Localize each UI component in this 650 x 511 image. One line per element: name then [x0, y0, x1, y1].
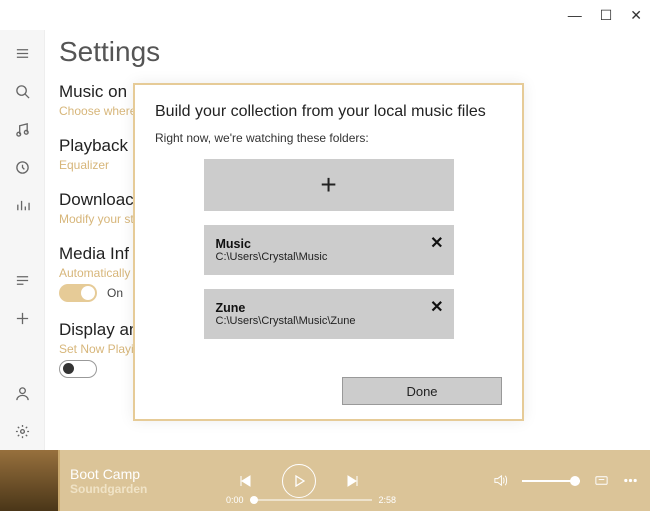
- settings-icon[interactable]: [0, 412, 44, 450]
- more-icon[interactable]: [623, 473, 638, 488]
- sidebar: [0, 30, 45, 450]
- remove-folder-icon[interactable]: ✕: [430, 297, 443, 317]
- folder-item[interactable]: Zune C:\Users\Crystal\Music\Zune ✕: [204, 289, 454, 339]
- track-info: Boot Camp Soundgarden: [70, 466, 210, 496]
- folder-name: Music: [216, 237, 442, 251]
- page-title: Settings: [59, 36, 636, 68]
- add-folder-button[interactable]: +: [204, 159, 454, 211]
- elapsed-time: 0:00: [226, 495, 244, 505]
- account-icon[interactable]: [0, 374, 44, 412]
- progress-bar[interactable]: [250, 499, 373, 501]
- repeat-icon[interactable]: [594, 473, 609, 488]
- next-button[interactable]: [338, 466, 368, 496]
- progress-row: 0:00 2:58: [226, 495, 396, 505]
- dialog-title: Build your collection from your local mu…: [155, 103, 502, 121]
- window-titlebar: — ☐ ✕: [0, 0, 650, 30]
- done-button[interactable]: Done: [342, 377, 502, 405]
- duration-time: 2:58: [378, 495, 396, 505]
- toggle-off[interactable]: [59, 360, 97, 378]
- track-title: Boot Camp: [70, 466, 210, 482]
- album-art[interactable]: [0, 450, 60, 511]
- toggle-label: On: [107, 286, 123, 300]
- player-bar: Boot Camp Soundgarden 0:00 2:58: [0, 450, 650, 511]
- music-icon[interactable]: [0, 110, 44, 148]
- menu-icon[interactable]: [0, 34, 44, 72]
- recent-icon[interactable]: [0, 148, 44, 186]
- volume-slider[interactable]: [522, 480, 580, 482]
- track-artist: Soundgarden: [70, 482, 210, 496]
- folder-item[interactable]: Music C:\Users\Crystal\Music ✕: [204, 225, 454, 275]
- remove-folder-icon[interactable]: ✕: [430, 233, 443, 253]
- now-playing-icon[interactable]: [0, 186, 44, 224]
- close-button[interactable]: ✕: [630, 7, 642, 24]
- previous-button[interactable]: [230, 466, 260, 496]
- volume-icon[interactable]: [493, 473, 508, 488]
- plus-icon: +: [320, 169, 336, 201]
- playlist-icon[interactable]: [0, 261, 44, 299]
- folder-path: C:\Users\Crystal\Music: [216, 251, 442, 263]
- toggle-on[interactable]: [59, 284, 97, 302]
- search-icon[interactable]: [0, 72, 44, 110]
- add-icon[interactable]: [0, 299, 44, 337]
- dialog-subtitle: Right now, we're watching these folders:: [155, 131, 502, 145]
- folder-dialog: Build your collection from your local mu…: [133, 83, 524, 421]
- folder-path: C:\Users\Crystal\Music\Zune: [216, 315, 442, 327]
- maximize-button[interactable]: ☐: [600, 7, 613, 24]
- minimize-button[interactable]: —: [568, 7, 582, 23]
- play-button[interactable]: [282, 464, 316, 498]
- folder-name: Zune: [216, 301, 442, 315]
